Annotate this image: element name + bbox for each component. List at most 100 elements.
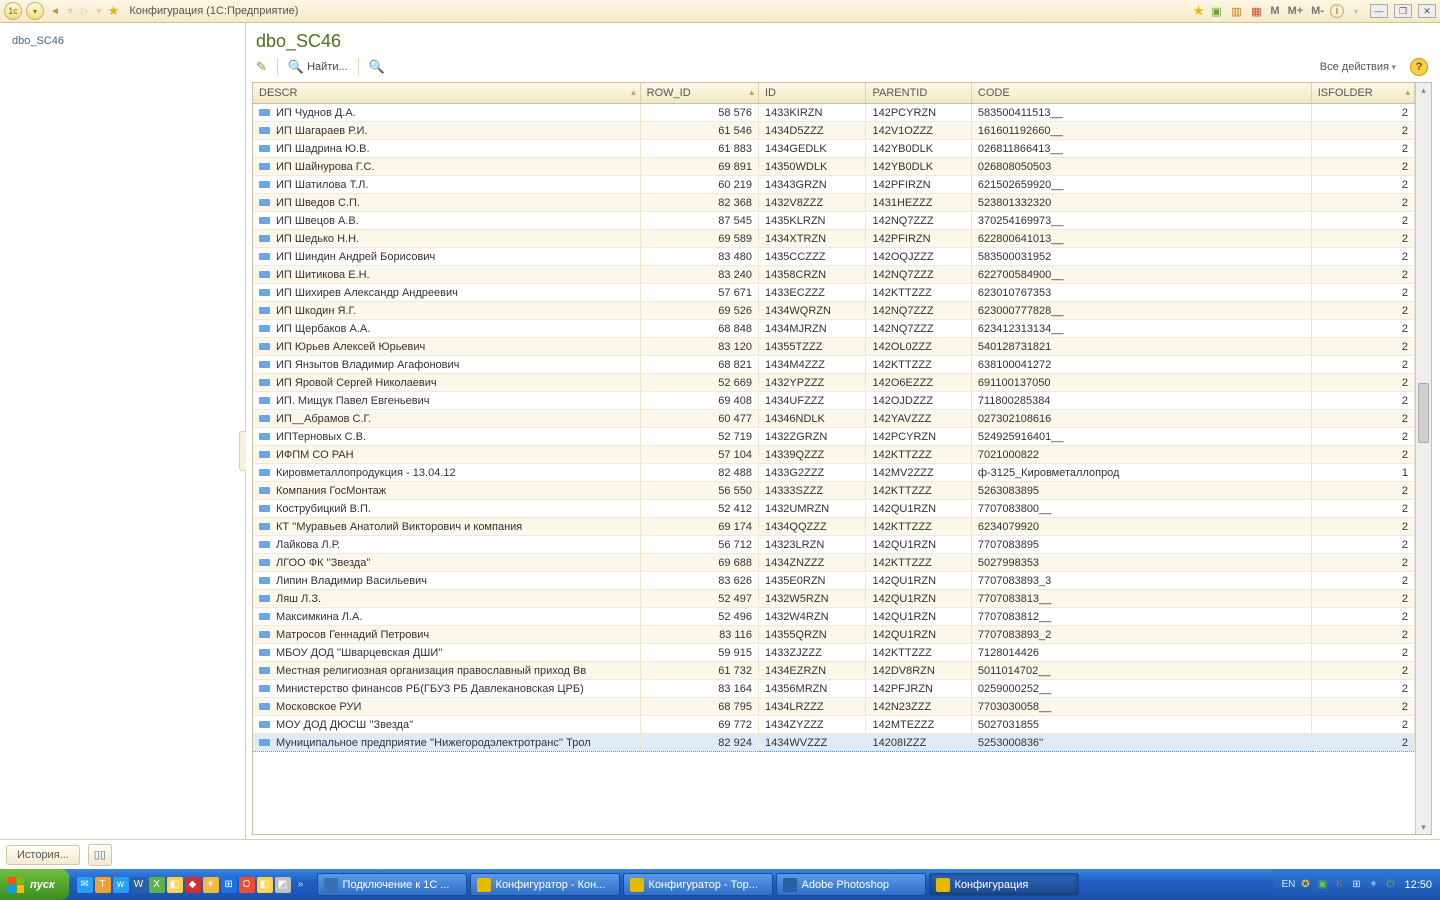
scroll-down-icon[interactable]: ▾ xyxy=(1416,820,1431,834)
tray-icon[interactable]: ▣ xyxy=(1315,878,1329,892)
table-row[interactable]: Компания ГосМонтаж56 55014333SZZZ142KTTZ… xyxy=(253,482,1415,500)
all-actions-button[interactable]: Все действия xyxy=(1320,61,1396,73)
m-minus-button[interactable]: M- xyxy=(1309,5,1326,17)
task-button[interactable]: Конфигуратор - Тор... xyxy=(623,873,773,896)
table-row[interactable]: Местная религиозная организация правосла… xyxy=(253,662,1415,680)
table-row[interactable]: Муниципальное предприятие ''Нижегородэле… xyxy=(253,734,1415,752)
scroll-thumb[interactable] xyxy=(1418,383,1429,443)
table-row[interactable]: ИП Шиндин Андрей Борисович83 4801435CCZZ… xyxy=(253,248,1415,266)
ql-icon[interactable]: T xyxy=(95,877,111,893)
task-button[interactable]: Подключение к 1С ... xyxy=(317,873,467,896)
table-row[interactable]: ИФПМ СО РАН57 10414339QZZZ142KTTZZZ70210… xyxy=(253,446,1415,464)
table-row[interactable]: ИП Шведов С.П.82 3681432V8ZZZ1431HEZZZ52… xyxy=(253,194,1415,212)
app-menu-button[interactable]: 1c xyxy=(4,2,22,20)
table-row[interactable]: ИП__Абрамов С.Г.60 47714346NDLK142YAVZZZ… xyxy=(253,410,1415,428)
table-row[interactable]: Кострубицкий В.П.52 4121432UMRZN142QU1RZ… xyxy=(253,500,1415,518)
table-row[interactable]: ИП Шихирев Александр Андреевич57 6711433… xyxy=(253,284,1415,302)
history-button[interactable]: История... xyxy=(6,845,80,865)
info-icon[interactable]: i xyxy=(1330,4,1344,18)
table-row[interactable]: ИП Яровой Сергей Николаевич52 6691432YPZ… xyxy=(253,374,1415,392)
col-id[interactable]: ID xyxy=(758,83,866,104)
ql-icon[interactable]: ◧ xyxy=(167,877,183,893)
table-row[interactable]: ИПТерновых С.В.52 7191432ZGRZN142PCYRZN5… xyxy=(253,428,1415,446)
nav-fwd-icon[interactable]: ▷ xyxy=(79,6,91,17)
table-row[interactable]: ИП Шедько Н.Н.69 5891434XTRZN142PFIRZN62… xyxy=(253,230,1415,248)
task-button[interactable]: Конфигурация xyxy=(929,873,1079,896)
m-plus-button[interactable]: M+ xyxy=(1286,5,1306,17)
task-button[interactable]: Adobe Photoshop xyxy=(776,873,926,896)
col-rowid[interactable]: ROW_ID▴ xyxy=(640,83,758,104)
tray-icon[interactable]: K xyxy=(1332,878,1346,892)
table-row[interactable]: Министерство финансов РБ(ГБУЗ РБ Давлека… xyxy=(253,680,1415,698)
table-row[interactable]: Ляш Л.З.52 4971432W5RZN142QU1RZN77070838… xyxy=(253,590,1415,608)
restore-button[interactable]: ❐ xyxy=(1394,4,1412,18)
ql-icon[interactable]: ◧ xyxy=(257,877,273,893)
col-parentid[interactable]: PARENTID xyxy=(866,83,971,104)
ql-icon[interactable]: W xyxy=(131,877,147,893)
calendar-icon[interactable]: ▦ xyxy=(1248,3,1264,19)
link-icon[interactable]: ▣ xyxy=(1208,3,1224,19)
task-button[interactable]: Конфигуратор - Кон... xyxy=(470,873,620,896)
table-row[interactable]: КТ ''Муравьев Анатолий Викторович и комп… xyxy=(253,518,1415,536)
nav-collapse-handle[interactable] xyxy=(239,431,246,471)
favorites-icon[interactable]: ★ xyxy=(108,3,120,19)
table-row[interactable]: ИП Швецов А.В.87 5451435KLRZN142NQ7ZZZ37… xyxy=(253,212,1415,230)
windows-button[interactable]: ▯▯ xyxy=(88,844,112,866)
tray-lang[interactable]: EN xyxy=(1281,878,1295,892)
col-code[interactable]: CODE xyxy=(971,83,1311,104)
table-row[interactable]: ИП Шагараев Р.И.61 5461434D5ZZZ142V1OZZZ… xyxy=(253,122,1415,140)
nav-back-icon[interactable]: ◄ xyxy=(48,6,62,17)
table-row[interactable]: ИП Шадрина Ю.В.61 8831434GEDLK142YB0DLK0… xyxy=(253,140,1415,158)
ql-icon[interactable]: ⊞ xyxy=(221,877,237,893)
nav-fwd-menu-icon[interactable]: ▾ xyxy=(95,6,104,17)
table-row[interactable]: Липин Владимир Васильевич83 6261435E0RZN… xyxy=(253,572,1415,590)
table-row[interactable]: ИП. Мищук Павел Евгеньевич69 4081434UFZZ… xyxy=(253,392,1415,410)
table-row[interactable]: МБОУ ДОД ''Шварцевская ДШИ''59 9151433ZJ… xyxy=(253,644,1415,662)
table-row[interactable]: ИП Янзытов Владимир Агафонович68 8211434… xyxy=(253,356,1415,374)
col-isfolder[interactable]: ISFOLDER▴ xyxy=(1311,83,1414,104)
table-row[interactable]: ЛГОО ФК ''Звезда''69 6881434ZNZZZ142KTTZ… xyxy=(253,554,1415,572)
table-row[interactable]: Максимкина Л.А.52 4961432W4RZN142QU1RZN7… xyxy=(253,608,1415,626)
table-row[interactable]: ИП Щербаков А.А.68 8481434MJRZN142NQ7ZZZ… xyxy=(253,320,1415,338)
ql-icon[interactable]: ◩ xyxy=(275,877,291,893)
table-row[interactable]: ИП Шатилова Т.Л.60 21914343GRZN142PFIRZN… xyxy=(253,176,1415,194)
tray-icon[interactable]: ✶ xyxy=(1366,878,1380,892)
find-button[interactable]: 🔍Найти... xyxy=(288,59,348,75)
ql-icon[interactable]: ✉ xyxy=(77,877,93,893)
table-row[interactable]: ИП Шайнурова Г.С.69 89114350WDLK142YB0DL… xyxy=(253,158,1415,176)
ql-icon[interactable]: ◆ xyxy=(185,877,201,893)
edit-button[interactable]: ✎ xyxy=(256,59,267,75)
vertical-scrollbar[interactable]: ▴ ▾ xyxy=(1415,83,1431,834)
minimize-button[interactable]: — xyxy=(1370,4,1388,18)
start-button[interactable]: пуск xyxy=(0,869,69,900)
ql-icon[interactable]: w xyxy=(113,877,129,893)
nav-back-menu-icon[interactable]: ▾ xyxy=(66,6,75,17)
tray-icon[interactable]: ⏻ xyxy=(1383,878,1397,892)
table-row[interactable]: Кировметаллопродукция - 13.04.1282 48814… xyxy=(253,464,1415,482)
tray-clock[interactable]: 12:50 xyxy=(1404,879,1432,891)
table-row[interactable]: ИП Юрьев Алексей Юрьевич83 12014355TZZZ1… xyxy=(253,338,1415,356)
tray-icon[interactable]: ✪ xyxy=(1298,878,1312,892)
table-row[interactable]: Матросов Геннадий Петрович83 11614355QRZ… xyxy=(253,626,1415,644)
col-descr[interactable]: DESCR▴ xyxy=(253,83,640,104)
dropdown-button[interactable]: ▾ xyxy=(26,2,44,20)
table-row[interactable]: ИП Шитикова Е.Н.83 24014358CRZN142NQ7ZZZ… xyxy=(253,266,1415,284)
ql-icon[interactable]: ☀ xyxy=(203,877,219,893)
nav-item-dbo[interactable]: dbo_SC46 xyxy=(10,31,235,51)
m-button[interactable]: M xyxy=(1268,5,1281,17)
table-row[interactable]: Лайкова Л.Р.56 71214323LRZN142QU1RZN7707… xyxy=(253,536,1415,554)
help-icon[interactable]: ? xyxy=(1410,58,1428,76)
clear-filter-button[interactable]: 🔍 xyxy=(369,59,385,75)
table-row[interactable]: ИП Шкодин Я.Г.69 5261434WQRZN142NQ7ZZZ62… xyxy=(253,302,1415,320)
table-row[interactable]: ИП Чуднов Д.А.58 5761433KIRZN142PCYRZN58… xyxy=(253,104,1415,122)
table-row[interactable]: МОУ ДОД ДЮСШ ''Звезда''69 7721434ZYZZZ14… xyxy=(253,716,1415,734)
tray-icon[interactable]: ⊞ xyxy=(1349,878,1363,892)
scroll-up-icon[interactable]: ▴ xyxy=(1416,83,1431,97)
ql-more-icon[interactable]: » xyxy=(293,877,309,893)
star-icon[interactable]: ★ xyxy=(1193,3,1205,19)
info-menu-icon[interactable]: ▾ xyxy=(1348,3,1364,19)
panel-icon[interactable]: ▥ xyxy=(1228,3,1244,19)
ql-icon[interactable]: X xyxy=(149,877,165,893)
close-button[interactable]: ✕ xyxy=(1418,4,1436,18)
ql-icon[interactable]: O xyxy=(239,877,255,893)
